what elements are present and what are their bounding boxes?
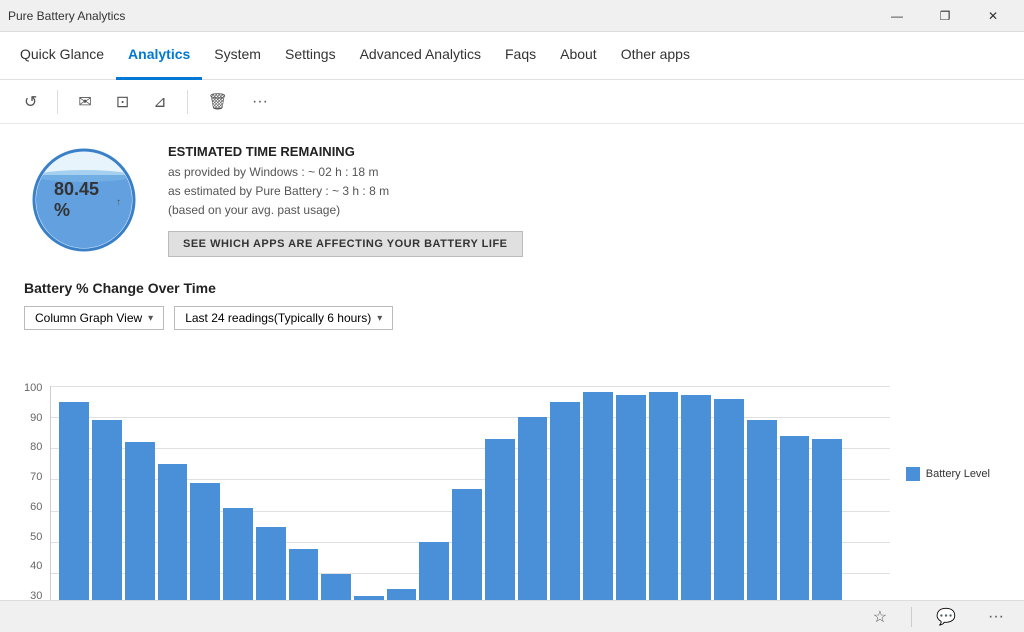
toolbar-btn-filter[interactable]: ⊿ bbox=[145, 86, 174, 118]
view-dropdown-label: Column Graph View bbox=[35, 311, 142, 325]
nav-item-settings[interactable]: Settings bbox=[273, 32, 348, 80]
nav-item-about[interactable]: About bbox=[548, 32, 609, 80]
bar[interactable] bbox=[354, 596, 384, 600]
toolbar-btn-more[interactable]: ··· bbox=[244, 87, 276, 117]
toolbar-btn-resize[interactable]: ⊡ bbox=[108, 86, 137, 118]
windows-estimate: as provided by Windows : ~ 02 h : 18 m bbox=[168, 163, 523, 182]
battery-circle: ↑ 80.45 % bbox=[24, 140, 144, 260]
window-title: Pure Battery Analytics bbox=[8, 9, 125, 23]
bar[interactable] bbox=[812, 439, 842, 600]
bar[interactable] bbox=[681, 395, 711, 600]
close-button[interactable]: ✕ bbox=[970, 2, 1016, 30]
y-axis-label: 30 bbox=[24, 590, 42, 600]
bar[interactable] bbox=[125, 442, 155, 600]
chat-button[interactable]: 💬 bbox=[928, 603, 964, 631]
bar[interactable] bbox=[419, 542, 449, 600]
y-axis-label: 80 bbox=[24, 441, 42, 453]
toolbar-btn-delete[interactable]: 🗑 bbox=[200, 86, 236, 118]
y-axis-label: 50 bbox=[24, 531, 42, 543]
nav-item-faqs[interactable]: Faqs bbox=[493, 32, 548, 80]
y-axis-label: 100 bbox=[24, 382, 42, 394]
minimize-button[interactable]: — bbox=[874, 2, 920, 30]
bars-container bbox=[51, 386, 850, 600]
estimated-time-title: ESTIMATED TIME REMAINING bbox=[168, 144, 523, 159]
bar[interactable] bbox=[256, 527, 286, 600]
nav-item-quick-glance[interactable]: Quick Glance bbox=[8, 32, 116, 80]
toolbar-btn-email[interactable]: ✉ bbox=[70, 86, 99, 118]
title-bar: Pure Battery Analytics — ❐ ✕ bbox=[0, 0, 1024, 32]
chart-section: Battery % Change Over Time Column Graph … bbox=[24, 280, 1000, 600]
svg-text:↑: ↑ bbox=[116, 197, 121, 208]
bar[interactable] bbox=[223, 508, 253, 600]
affecting-apps-button[interactable]: SEE WHICH APPS ARE AFFECTING YOUR BATTER… bbox=[168, 231, 523, 257]
battery-percent-text: 80.45 % bbox=[54, 179, 114, 221]
bar[interactable] bbox=[518, 417, 548, 600]
window-controls: — ❐ ✕ bbox=[874, 2, 1016, 30]
bar[interactable] bbox=[616, 395, 646, 600]
nav-item-advanced-analytics[interactable]: Advanced Analytics bbox=[348, 32, 493, 80]
bar[interactable] bbox=[59, 402, 89, 600]
pure-estimate: as estimated by Pure Battery : ~ 3 h : 8… bbox=[168, 182, 523, 201]
more-button[interactable]: ··· bbox=[980, 604, 1012, 630]
y-axis-label: 40 bbox=[24, 560, 42, 572]
toolbar-btn-refresh[interactable]: ↺ bbox=[16, 86, 45, 118]
bar[interactable] bbox=[714, 399, 744, 600]
nav-bar: Quick GlanceAnalyticsSystemSettingsAdvan… bbox=[0, 32, 1024, 80]
chart-area: 100 90 80 70 60 50 40 30 Battery Level bbox=[24, 346, 1000, 600]
chart-y-axis: 100 90 80 70 60 50 40 30 bbox=[24, 382, 50, 600]
chart-legend: Battery Level bbox=[906, 467, 990, 481]
status-bar: ☆ 💬 ··· bbox=[0, 600, 1024, 632]
bar[interactable] bbox=[289, 549, 319, 600]
bar[interactable] bbox=[321, 574, 351, 600]
nav-item-other-apps[interactable]: Other apps bbox=[609, 32, 702, 80]
range-dropdown-arrow: ▾ bbox=[377, 313, 382, 324]
bar[interactable] bbox=[92, 420, 122, 600]
restore-button[interactable]: ❐ bbox=[922, 2, 968, 30]
range-dropdown-label: Last 24 readings(Typically 6 hours) bbox=[185, 311, 371, 325]
chart-title: Battery % Change Over Time bbox=[24, 280, 1000, 296]
range-dropdown[interactable]: Last 24 readings(Typically 6 hours) ▾ bbox=[174, 306, 393, 330]
toolbar: ↺ ✉ ⊡⊿ 🗑 ··· bbox=[0, 80, 1024, 124]
toolbar-sep-1 bbox=[57, 90, 58, 114]
legend-label: Battery Level bbox=[926, 468, 990, 480]
y-axis-label: 60 bbox=[24, 501, 42, 513]
view-dropdown-arrow: ▾ bbox=[148, 313, 153, 324]
main-content: ↑ 80.45 % ESTIMATED TIME REMAINING as pr… bbox=[0, 124, 1024, 600]
bar[interactable] bbox=[550, 402, 580, 600]
chart-controls: Column Graph View ▾ Last 24 readings(Typ… bbox=[24, 306, 1000, 330]
view-dropdown[interactable]: Column Graph View ▾ bbox=[24, 306, 164, 330]
y-axis-label: 90 bbox=[24, 412, 42, 424]
nav-item-analytics[interactable]: Analytics bbox=[116, 32, 202, 80]
legend-color-box bbox=[906, 467, 920, 481]
bar[interactable] bbox=[583, 392, 613, 600]
battery-info: ESTIMATED TIME REMAINING as provided by … bbox=[168, 140, 523, 257]
chart-inner: Battery Level bbox=[50, 386, 890, 600]
bar[interactable] bbox=[747, 420, 777, 600]
y-axis-label: 70 bbox=[24, 471, 42, 483]
bar[interactable] bbox=[485, 439, 515, 600]
bar[interactable] bbox=[780, 436, 810, 600]
bar[interactable] bbox=[387, 589, 417, 600]
status-sep-1 bbox=[911, 607, 912, 627]
bar[interactable] bbox=[649, 392, 679, 600]
legend-item: Battery Level bbox=[906, 467, 990, 481]
bar[interactable] bbox=[190, 483, 220, 600]
battery-section: ↑ 80.45 % ESTIMATED TIME REMAINING as pr… bbox=[24, 140, 1000, 260]
toolbar-sep-4 bbox=[187, 90, 188, 114]
bar[interactable] bbox=[158, 464, 188, 600]
usage-note: (based on your avg. past usage) bbox=[168, 201, 523, 220]
nav-item-system[interactable]: System bbox=[202, 32, 273, 80]
bar[interactable] bbox=[452, 489, 482, 600]
star-button[interactable]: ☆ bbox=[865, 603, 895, 631]
